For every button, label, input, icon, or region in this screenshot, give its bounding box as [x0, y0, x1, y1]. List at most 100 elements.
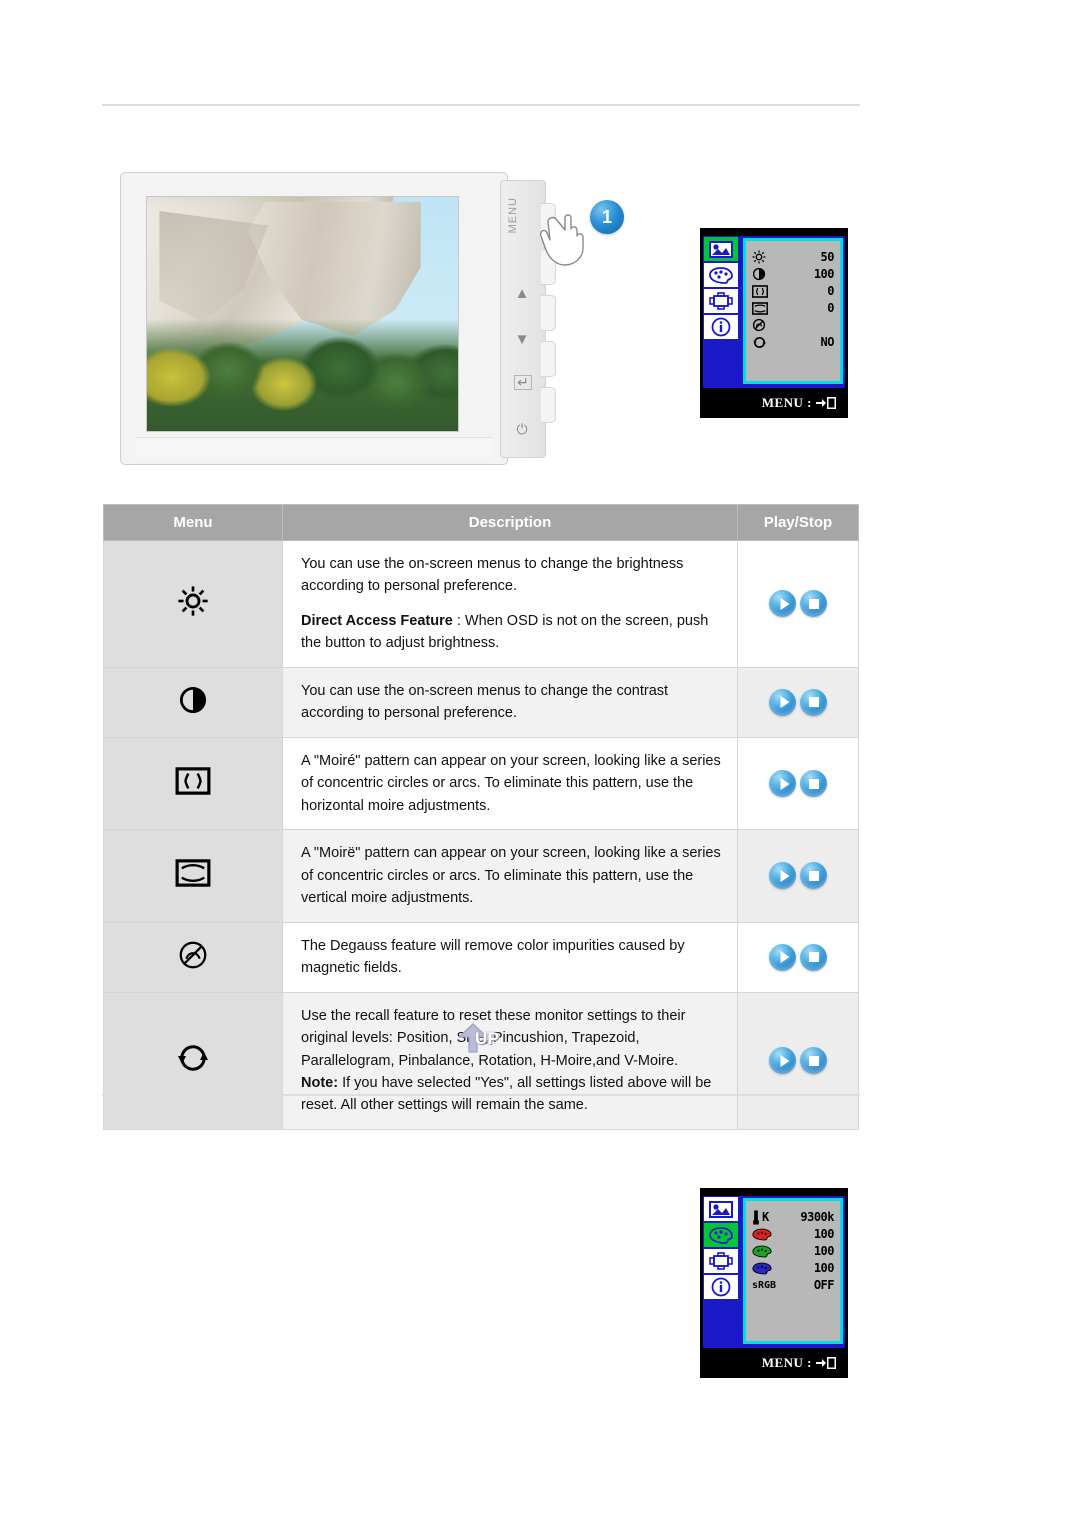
- osd-tab-information[interactable]: [703, 314, 739, 340]
- osd-row-h-moire[interactable]: 0: [752, 283, 835, 299]
- stop-button[interactable]: [800, 770, 827, 798]
- geometry-icon: [709, 292, 733, 310]
- play-icon: [780, 696, 789, 709]
- info-icon: [711, 1277, 731, 1297]
- stop-icon: [808, 598, 819, 609]
- osd-color-panel: K 9300k 100 100 100 sRGB OFF MENU:: [700, 1188, 848, 1378]
- stop-button[interactable]: [800, 862, 827, 890]
- play-button[interactable]: [769, 943, 796, 971]
- osd-row-contrast[interactable]: 100: [752, 266, 835, 282]
- table-row: You can use the on-screen menus to chang…: [103, 666, 859, 738]
- osd-row-color-temperature[interactable]: K 9300k: [752, 1209, 835, 1225]
- pointing-hand-icon: [539, 214, 584, 266]
- stop-button[interactable]: [800, 1047, 827, 1075]
- recall-icon: [752, 335, 778, 350]
- osd-h-moire-value: 0: [827, 284, 834, 298]
- panel-key-enter[interactable]: [541, 341, 556, 377]
- play-cell-degauss: [737, 921, 859, 993]
- play-button[interactable]: [769, 770, 796, 798]
- play-icon: [780, 597, 789, 610]
- green-palette-icon: [752, 1245, 778, 1258]
- play-button[interactable]: [769, 862, 796, 890]
- menu-cell-degauss: [103, 921, 283, 993]
- monitor-screen: [146, 196, 459, 432]
- desc-cell-recall: Use the recall feature to reset these mo…: [282, 991, 738, 1130]
- osd-blue-value: 100: [813, 1261, 835, 1275]
- osd-tab-picture[interactable]: [703, 236, 739, 262]
- play-button[interactable]: [769, 590, 796, 618]
- brightness-icon: [752, 250, 778, 264]
- play-icon: [780, 1054, 789, 1067]
- osd-tab-information[interactable]: [703, 1274, 739, 1300]
- exit-icon: [816, 397, 836, 409]
- power-button-label[interactable]: ⏻: [507, 421, 537, 438]
- back-to-top-button[interactable]: UP: [455, 1022, 517, 1056]
- play-cell-contrast: [737, 666, 859, 738]
- play-button[interactable]: [769, 1047, 796, 1075]
- table-row: Use the recall feature to reset these mo…: [103, 991, 859, 1130]
- color-temperature-icon: K: [752, 1209, 778, 1225]
- osd-value-area: K 9300k 100 100 100 sRGB OFF: [743, 1198, 843, 1344]
- table-row: A "Moiré" pattern can appear on your scr…: [103, 736, 859, 831]
- desc-paragraph: A "Moirë" pattern can appear on your scr…: [301, 845, 721, 907]
- desc-cell-h-moire: A "Moiré" pattern can appear on your scr…: [282, 736, 738, 831]
- play-button[interactable]: [769, 688, 796, 716]
- osd-row-red[interactable]: 100: [752, 1226, 835, 1242]
- play-cell-v-moire: [737, 829, 859, 923]
- stop-icon: [808, 870, 819, 881]
- red-palette-icon: [752, 1228, 778, 1241]
- menu-cell-contrast: [103, 666, 283, 738]
- table-row: The Degauss feature will remove color im…: [103, 921, 859, 993]
- osd-row-srgb[interactable]: sRGB OFF: [752, 1277, 835, 1293]
- table-header-row: Menu Description Play/Stop: [103, 504, 859, 541]
- osd-tab-geometry[interactable]: [703, 288, 739, 314]
- screen-trees: [147, 318, 458, 431]
- osd-contrast-value: 100: [813, 267, 835, 281]
- horizontal-moire-icon: [752, 284, 778, 298]
- osd-value-list: 50 100 0 0 NO: [746, 241, 840, 381]
- stop-button[interactable]: [800, 688, 827, 716]
- info-icon: [711, 317, 731, 337]
- osd-recall-value: NO: [820, 335, 835, 349]
- stop-icon: [808, 1055, 819, 1066]
- osd-row-degauss[interactable]: [752, 317, 834, 333]
- brightness-icon: [178, 586, 208, 617]
- vertical-moire-icon: [175, 859, 211, 888]
- play-cell-h-moire: [737, 736, 859, 831]
- monitor-illustration: MENU ▲ ▼ ↵ ⏻ 1: [120, 172, 624, 472]
- recall-icon: [178, 1045, 208, 1071]
- osd-row-green[interactable]: 100: [752, 1243, 835, 1259]
- desc-paragraph: You can use the on-screen menus to chang…: [301, 556, 684, 595]
- picture-icon: [709, 1200, 733, 1218]
- osd-brightness-value: 50: [820, 250, 835, 264]
- callout-badge-1: 1: [590, 200, 624, 234]
- down-button-label[interactable]: ▼: [507, 331, 537, 348]
- osd-tab-color[interactable]: [703, 1222, 739, 1248]
- vertical-moire-icon: [752, 301, 778, 315]
- osd-footer-label: MENU :: [761, 395, 812, 410]
- osd-tab-geometry[interactable]: [703, 1248, 739, 1274]
- menu-button-label[interactable]: MENU: [507, 197, 537, 233]
- osd-tab-picture[interactable]: [703, 1196, 739, 1222]
- blue-palette-icon: [752, 1262, 778, 1275]
- osd-row-blue[interactable]: 100: [752, 1260, 835, 1276]
- osd-row-v-moire[interactable]: 0: [752, 300, 835, 316]
- degauss-icon: [179, 941, 207, 968]
- stop-button[interactable]: [800, 943, 827, 971]
- osd-picture-panel: 50 100 0 0 NO MENU:: [700, 228, 848, 418]
- stop-button[interactable]: [800, 590, 827, 618]
- menu-cell-brightness: [103, 540, 283, 668]
- srgb-label: sRGB: [752, 1279, 777, 1291]
- panel-key-power[interactable]: [541, 387, 556, 423]
- osd-row-recall[interactable]: NO: [752, 334, 835, 350]
- desc-paragraph: A "Moiré" pattern can appear on your scr…: [301, 752, 721, 814]
- osd-tab-color[interactable]: [703, 262, 739, 288]
- enter-button-label[interactable]: ↵: [514, 375, 532, 390]
- osd-footer-label: MENU :: [761, 1355, 812, 1370]
- panel-key-down[interactable]: [541, 295, 556, 331]
- osd-green-value: 100: [813, 1244, 835, 1258]
- osd-row-brightness[interactable]: 50: [752, 249, 835, 265]
- play-icon: [780, 869, 789, 882]
- table-row: A "Moirë" pattern can appear on your scr…: [103, 829, 859, 923]
- up-button-label[interactable]: ▲: [507, 285, 537, 302]
